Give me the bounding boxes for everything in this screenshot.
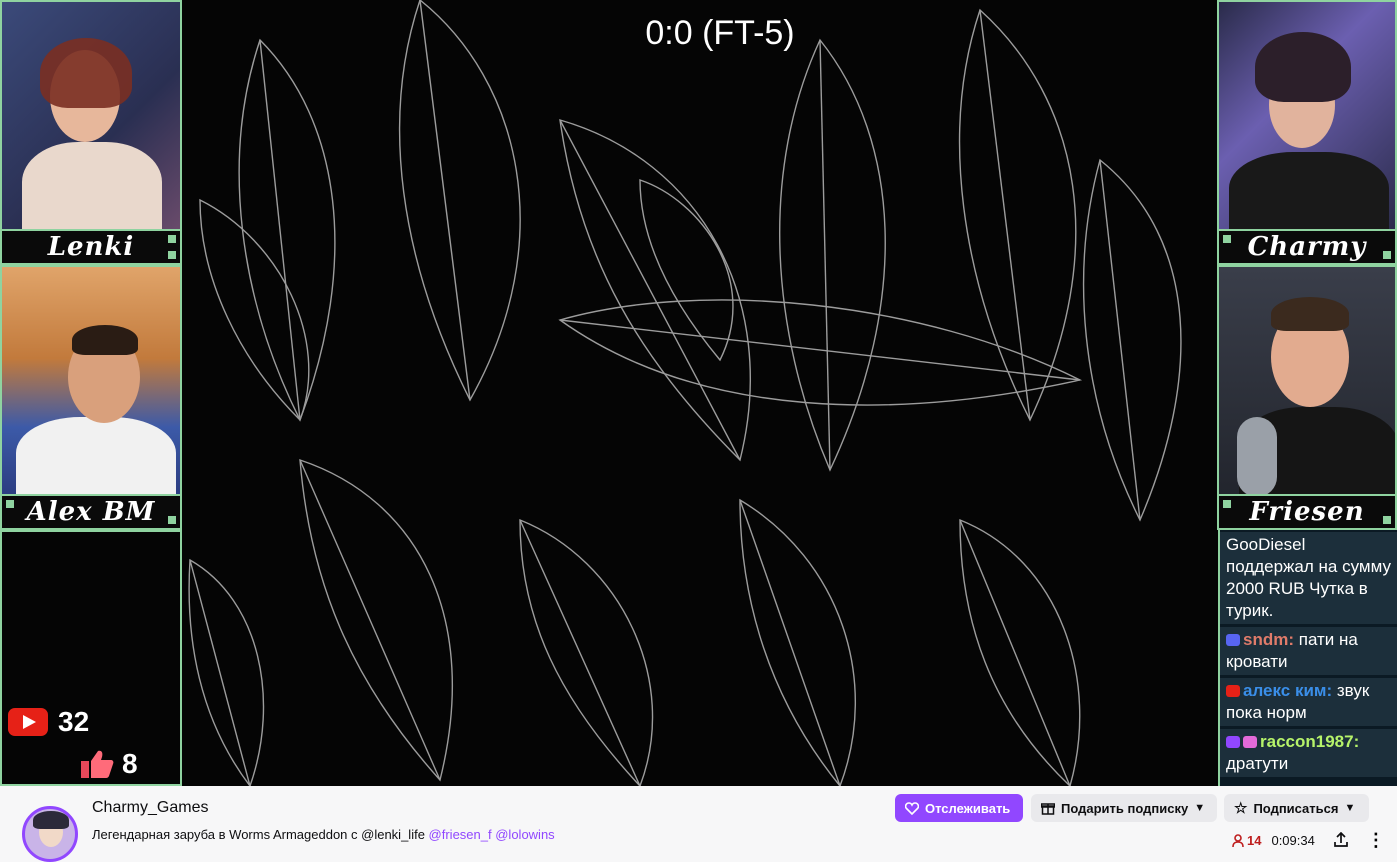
chat-user: sndm: — [1243, 630, 1294, 649]
stream-meta: 14 0:09:34 ⋮ — [1232, 831, 1385, 849]
cam-nameplate: Friesen — [1219, 494, 1395, 528]
cam-nameplate: Alex BM — [2, 494, 180, 528]
twitch-icon — [1226, 736, 1240, 748]
webcam-friesen: Friesen — [1217, 265, 1397, 530]
video-player[interactable]: 0:0 (FT-5) Lenki Alex BM Charmy Friesen … — [0, 0, 1397, 786]
cam-name: Charmy — [1247, 232, 1367, 262]
chat-text: поддержал на сумму 2000 RUB Чутка в тури… — [1226, 557, 1391, 620]
star-icon: ☆ — [1234, 800, 1248, 817]
webcam-feed — [2, 2, 180, 242]
youtube-viewer-counter: 32 — [8, 706, 89, 738]
chat-user: алекс ким: — [1243, 681, 1333, 700]
viewer-count-value: 14 — [1247, 832, 1262, 848]
youtube-icon — [1226, 685, 1240, 697]
heart-icon — [905, 801, 919, 815]
mention-link[interactable]: @friesen_f — [429, 827, 492, 842]
channel-name[interactable]: Charmy_Games — [92, 799, 208, 817]
thumbs-up-icon — [81, 750, 114, 778]
chat-overlay: GooDiesel поддержал на сумму 2000 RUB Чу… — [1218, 530, 1397, 786]
webcam-charmy: Charmy — [1217, 0, 1397, 265]
discord-icon — [1226, 634, 1240, 646]
cam-name: Friesen — [1249, 497, 1365, 527]
stream-title: Легендарная заруба в Worms Armageddon с … — [92, 827, 555, 842]
channel-avatar[interactable] — [22, 806, 78, 862]
chat-user: GooDiesel — [1226, 535, 1306, 554]
cam-nameplate: Lenki — [2, 229, 180, 263]
cam-name: Lenki — [47, 232, 135, 262]
viewer-count: 14 — [1232, 833, 1261, 848]
follow-label: Отслеживать — [925, 800, 1011, 816]
subscribe-label: Подписаться — [1253, 800, 1339, 816]
share-icon[interactable] — [1333, 832, 1349, 848]
gift-subscription-button[interactable]: Подарить подписку ▼ — [1031, 794, 1217, 822]
stream-uptime: 0:09:34 — [1271, 832, 1315, 848]
cam-nameplate: Charmy — [1219, 229, 1395, 263]
channel-info-bar: Charmy_Games Легендарная заруба в Worms … — [0, 786, 1397, 862]
webcam-alex-bm: Alex BM — [0, 265, 182, 530]
chat-text: дратути — [1226, 754, 1289, 773]
chat-user: raccon1987: — [1260, 732, 1360, 751]
subscribe-button[interactable]: ☆ Подписаться ▼ — [1224, 794, 1369, 822]
chat-message: алекс ким: звук пока норм — [1220, 678, 1397, 726]
chat-message: GooDiesel поддержал на сумму 2000 RUB Чу… — [1220, 532, 1397, 624]
person-icon — [1232, 833, 1244, 847]
webcam-feed — [1219, 267, 1395, 507]
youtube-icon — [8, 708, 48, 736]
webcam-feed — [2, 267, 180, 507]
mention-link[interactable]: @lolowins — [495, 827, 554, 842]
chevron-down-icon: ▼ — [1194, 802, 1206, 814]
gift-icon — [1041, 803, 1055, 815]
chevron-down-icon: ▼ — [1344, 802, 1356, 814]
webcam-lenki: Lenki — [0, 0, 182, 265]
gift-label: Подарить подписку — [1061, 800, 1189, 816]
webcam-feed — [1219, 2, 1395, 242]
match-score: 0:0 (FT-5) — [645, 14, 795, 52]
leaf-pattern-background — [188, 0, 1182, 786]
chat-message: raccon1987: дратути — [1220, 729, 1397, 777]
stream-title-text: Легендарная заруба в Worms Armageddon с … — [92, 827, 425, 842]
follow-button[interactable]: Отслеживать — [895, 794, 1023, 822]
more-options-icon[interactable]: ⋮ — [1367, 831, 1385, 849]
gift-icon — [1243, 736, 1257, 748]
likes-counter: 8 — [80, 748, 138, 780]
youtube-count: 32 — [58, 706, 90, 737]
likes-count: 8 — [122, 748, 138, 779]
chat-message: sndm: пати на кровати — [1220, 627, 1397, 675]
cam-name: Alex BM — [26, 497, 156, 527]
